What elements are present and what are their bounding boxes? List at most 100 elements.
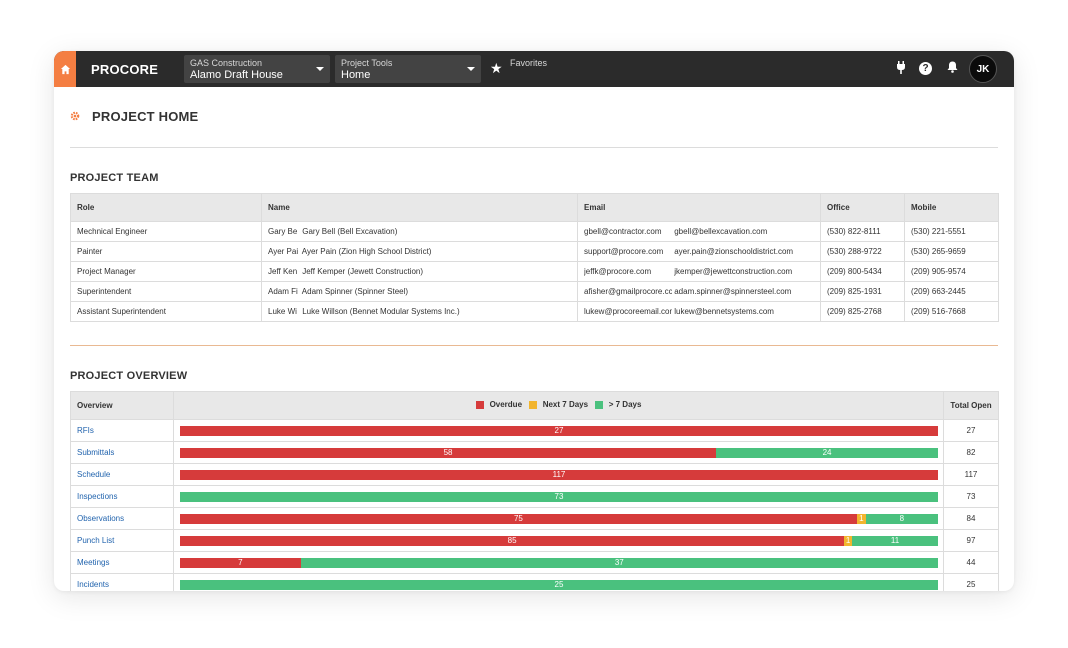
email-cell: gbell@contractor.com gbell@bellexcavatio… bbox=[577, 221, 821, 242]
overview-item-link[interactable]: Inspections bbox=[70, 485, 174, 508]
overview-item-link[interactable]: Meetings bbox=[70, 551, 174, 574]
total-open-cell: 73 bbox=[943, 485, 999, 508]
email-secondary[interactable]: jkemper@jewettconstruction.com bbox=[674, 267, 792, 276]
app-window: PROCORE GAS Construction Alamo Draft Hou… bbox=[54, 51, 1014, 591]
bar-segment-next7[interactable]: 1 bbox=[844, 535, 853, 546]
bar-segment-overdue[interactable]: 27 bbox=[180, 425, 938, 436]
chart-legend: Overdue Next 7 Days > 7 Days bbox=[173, 391, 944, 420]
company-label: GAS Construction bbox=[190, 58, 263, 68]
page-header: PROJECT HOME bbox=[70, 108, 198, 124]
email-secondary[interactable]: ayer.pain@zionschooldistrict.com bbox=[674, 247, 793, 256]
office-phone-cell: (209) 825-2768 bbox=[820, 301, 905, 322]
table-row: RFIs 27 27 bbox=[70, 419, 999, 442]
divider bbox=[70, 345, 998, 346]
stacked-bar: 25 bbox=[173, 573, 944, 591]
table-row: Painter Ayer Pai Ayer Pain (Zion High Sch… bbox=[70, 241, 999, 262]
project-tools-dropdown[interactable]: Project Tools Home bbox=[335, 55, 481, 83]
mobile-phone-cell: (209) 905-9574 bbox=[904, 261, 999, 282]
name-short: Jeff Ken bbox=[268, 267, 298, 276]
email-primary[interactable]: support@procore.com bbox=[584, 247, 672, 256]
bar-segment-overdue[interactable]: 75 bbox=[180, 513, 857, 524]
bar-segment-overdue[interactable]: 7 bbox=[180, 557, 301, 568]
bar-segment-gt7[interactable]: 11 bbox=[852, 535, 938, 546]
stacked-bar: 85 1 11 bbox=[173, 529, 944, 552]
project-team-table: Role Name Email Office Mobile Mechnical … bbox=[70, 193, 999, 322]
table-row: Incidents 25 25 bbox=[70, 573, 999, 591]
overview-item-link[interactable]: Incidents bbox=[70, 573, 174, 591]
email-primary[interactable]: jeffk@procore.com bbox=[584, 267, 672, 276]
procore-logo[interactable]: PROCORE bbox=[91, 62, 158, 77]
total-open-cell: 82 bbox=[943, 441, 999, 464]
bar-segment-gt7[interactable]: 24 bbox=[716, 447, 938, 458]
bar-segment-gt7[interactable]: 8 bbox=[865, 513, 938, 524]
name-cell: Jeff Ken Jeff Kemper (Jewett Constructio… bbox=[261, 261, 578, 282]
overview-item-link[interactable]: Punch List bbox=[70, 529, 174, 552]
table-row: Observations 75 1 8 84 bbox=[70, 507, 999, 530]
email-cell: jeffk@procore.com jkemper@jewettconstruc… bbox=[577, 261, 821, 282]
stacked-bar: 7 37 bbox=[173, 551, 944, 574]
email-secondary[interactable]: adam.spinner@spinnersteel.com bbox=[674, 287, 791, 296]
email-primary[interactable]: afisher@gmailprocore.cc bbox=[584, 287, 672, 296]
name-full: Luke Willson (Bennet Modular Systems Inc… bbox=[302, 307, 460, 316]
bar-segment-gt7[interactable]: 37 bbox=[300, 557, 938, 568]
table-row: Assistant Superintendent Luke Wi Luke Wil… bbox=[70, 301, 999, 322]
name-short: Ayer Pai bbox=[268, 247, 299, 256]
bell-icon[interactable] bbox=[944, 61, 960, 77]
table-row: Punch List 85 1 11 97 bbox=[70, 529, 999, 552]
plug-icon[interactable] bbox=[893, 61, 909, 78]
table-row: Meetings 7 37 44 bbox=[70, 551, 999, 574]
table-header-row: Role Name Email Office Mobile bbox=[70, 193, 999, 222]
overview-item-link[interactable]: Submittals bbox=[70, 441, 174, 464]
total-open-cell: 27 bbox=[943, 419, 999, 442]
email-secondary[interactable]: gbell@bellexcavation.com bbox=[674, 227, 767, 236]
bar-segment-gt7[interactable]: 73 bbox=[180, 491, 938, 502]
column-header-name: Name bbox=[261, 193, 578, 222]
project-name: Alamo Draft House bbox=[190, 69, 283, 81]
column-header-office: Office bbox=[820, 193, 905, 222]
office-phone-cell: (530) 288-9722 bbox=[820, 241, 905, 262]
stacked-bar: 117 bbox=[173, 463, 944, 486]
total-open-cell: 44 bbox=[943, 551, 999, 574]
mobile-phone-cell: (209) 516-7668 bbox=[904, 301, 999, 322]
overview-item-link[interactable]: Schedule bbox=[70, 463, 174, 486]
email-primary[interactable]: gbell@contractor.com bbox=[584, 227, 672, 236]
column-header-overview: Overview bbox=[70, 391, 174, 420]
home-icon bbox=[60, 64, 70, 74]
bar-segment-overdue[interactable]: 85 bbox=[180, 535, 845, 546]
company-project-dropdown[interactable]: GAS Construction Alamo Draft House bbox=[184, 55, 330, 83]
column-header-role: Role bbox=[70, 193, 262, 222]
column-header-email: Email bbox=[577, 193, 821, 222]
total-open-cell: 25 bbox=[943, 573, 999, 591]
home-button[interactable] bbox=[54, 51, 76, 87]
table-row: Submittals 58 24 82 bbox=[70, 441, 999, 464]
bar-segment-next7[interactable]: 1 bbox=[856, 513, 866, 524]
email-primary[interactable]: lukew@procoreemail.com bbox=[584, 307, 672, 316]
bar-segment-overdue[interactable]: 58 bbox=[180, 447, 717, 458]
name-cell: Gary Be Gary Bell (Bell Excavation) bbox=[261, 221, 578, 242]
table-row: Schedule 117 117 bbox=[70, 463, 999, 486]
email-cell: afisher@gmailprocore.cc adam.spinner@spi… bbox=[577, 281, 821, 302]
email-cell: support@procore.com ayer.pain@zionschool… bbox=[577, 241, 821, 262]
chevron-down-icon bbox=[467, 67, 475, 71]
name-full: Gary Bell (Bell Excavation) bbox=[302, 227, 398, 236]
current-tool: Home bbox=[341, 69, 371, 81]
bar-segment-overdue[interactable]: 117 bbox=[180, 469, 938, 480]
avatar[interactable]: JK bbox=[969, 55, 997, 83]
column-header-total-open: Total Open bbox=[943, 391, 999, 420]
overview-item-link[interactable]: Observations bbox=[70, 507, 174, 530]
office-phone-cell: (530) 822-8111 bbox=[820, 221, 905, 242]
role-cell: Mechnical Engineer bbox=[70, 221, 262, 242]
overview-item-link[interactable]: RFIs bbox=[70, 419, 174, 442]
total-open-cell: 97 bbox=[943, 529, 999, 552]
role-cell: Superintendent bbox=[70, 281, 262, 302]
name-full: Adam Spinner (Spinner Steel) bbox=[301, 287, 409, 296]
stacked-bar: 75 1 8 bbox=[173, 507, 944, 530]
role-cell: Project Manager bbox=[70, 261, 262, 282]
email-secondary[interactable]: lukew@bennetsystems.com bbox=[674, 307, 774, 316]
mobile-phone-cell: (530) 265-9659 bbox=[904, 241, 999, 262]
bar-segment-gt7[interactable]: 25 bbox=[180, 579, 938, 590]
name-full: Ayer Pain (Zion High School District) bbox=[301, 247, 432, 256]
help-icon[interactable]: ? bbox=[919, 62, 932, 75]
table-row: Superintendent Adam Fi Adam Spinner (Spin… bbox=[70, 281, 999, 302]
project-overview-title: PROJECT OVERVIEW bbox=[70, 370, 188, 382]
